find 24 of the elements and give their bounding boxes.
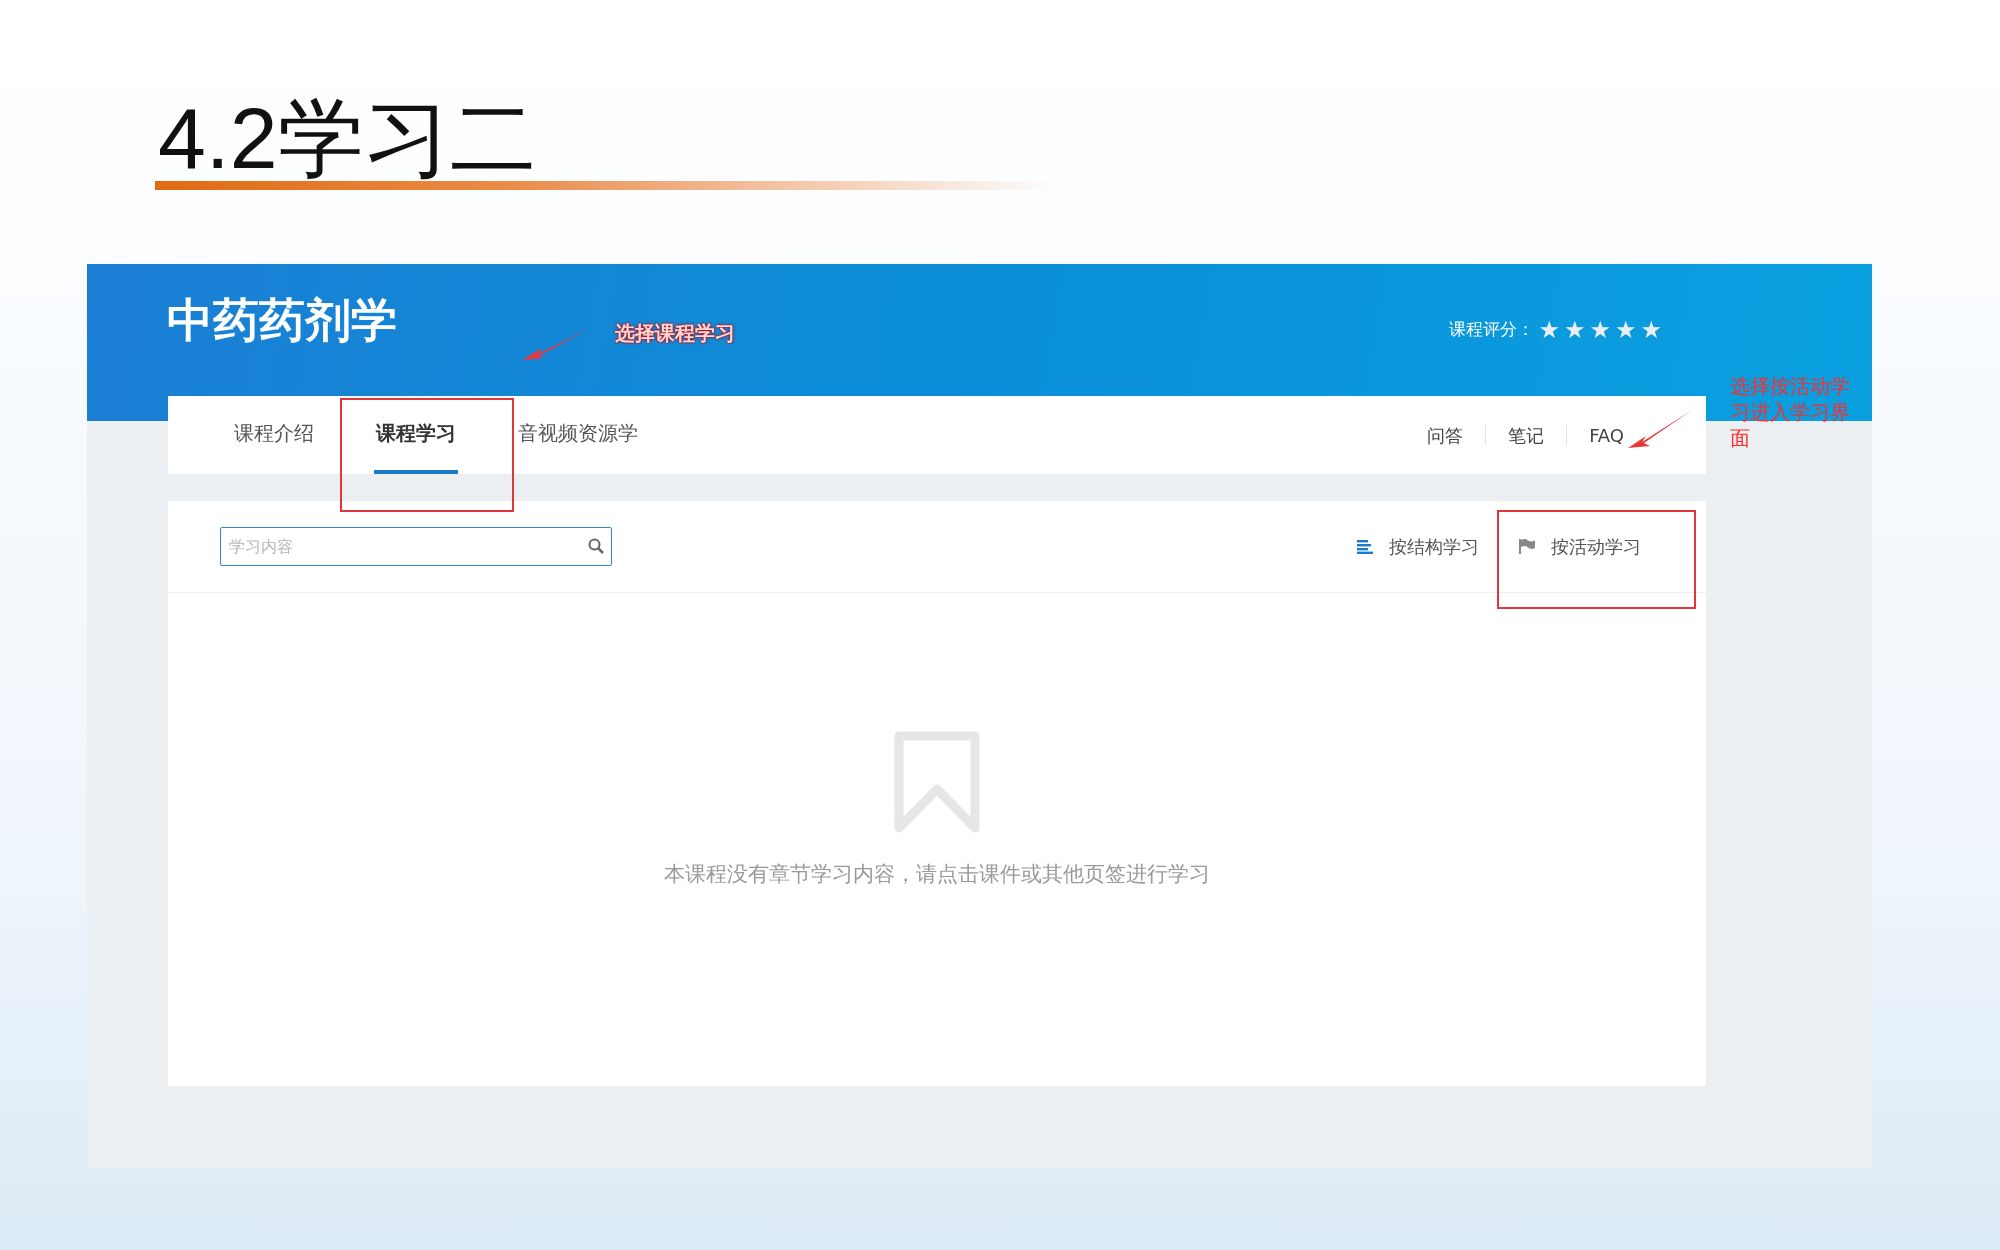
bookmark-icon <box>894 731 980 833</box>
view-mode-button[interactable]: 按活动学习 <box>1499 533 1661 560</box>
tab[interactable]: 课程介绍 <box>232 396 316 474</box>
slide-title: 4.2学习二 <box>157 89 537 181</box>
star-icon: ★ <box>1538 312 1560 348</box>
annotation-note: 选择课程学习 <box>615 320 735 346</box>
tab[interactable]: 课程学习 <box>374 396 458 474</box>
nav-link[interactable]: 问答 <box>1405 421 1486 449</box>
star-icon: ★ <box>1563 312 1586 348</box>
tab[interactable]: 音视频资源学 <box>516 396 640 474</box>
rating-label: 课程评分： <box>1449 318 1535 342</box>
search-icon <box>588 538 604 554</box>
annotation-note: 选择按活动学习进入学习界面 <box>1730 373 1850 451</box>
empty-message: 本课程没有章节学习内容，请点击课件或其他页签进行学习 <box>664 861 1210 888</box>
flag-icon <box>1519 539 1535 554</box>
nav-link[interactable]: FAQ <box>1567 421 1646 449</box>
view-mode-button[interactable]: 按结构学习 <box>1337 533 1499 560</box>
nav-link[interactable]: 笔记 <box>1486 421 1567 449</box>
star-icon: ★ <box>1614 312 1637 348</box>
list-icon <box>1357 539 1373 554</box>
search-field[interactable]: 学习内容 <box>220 527 612 566</box>
star-icon: ★ <box>1640 312 1662 348</box>
star-icon: ★ <box>1589 312 1611 348</box>
course-title: 中药药剂学 <box>167 292 397 349</box>
